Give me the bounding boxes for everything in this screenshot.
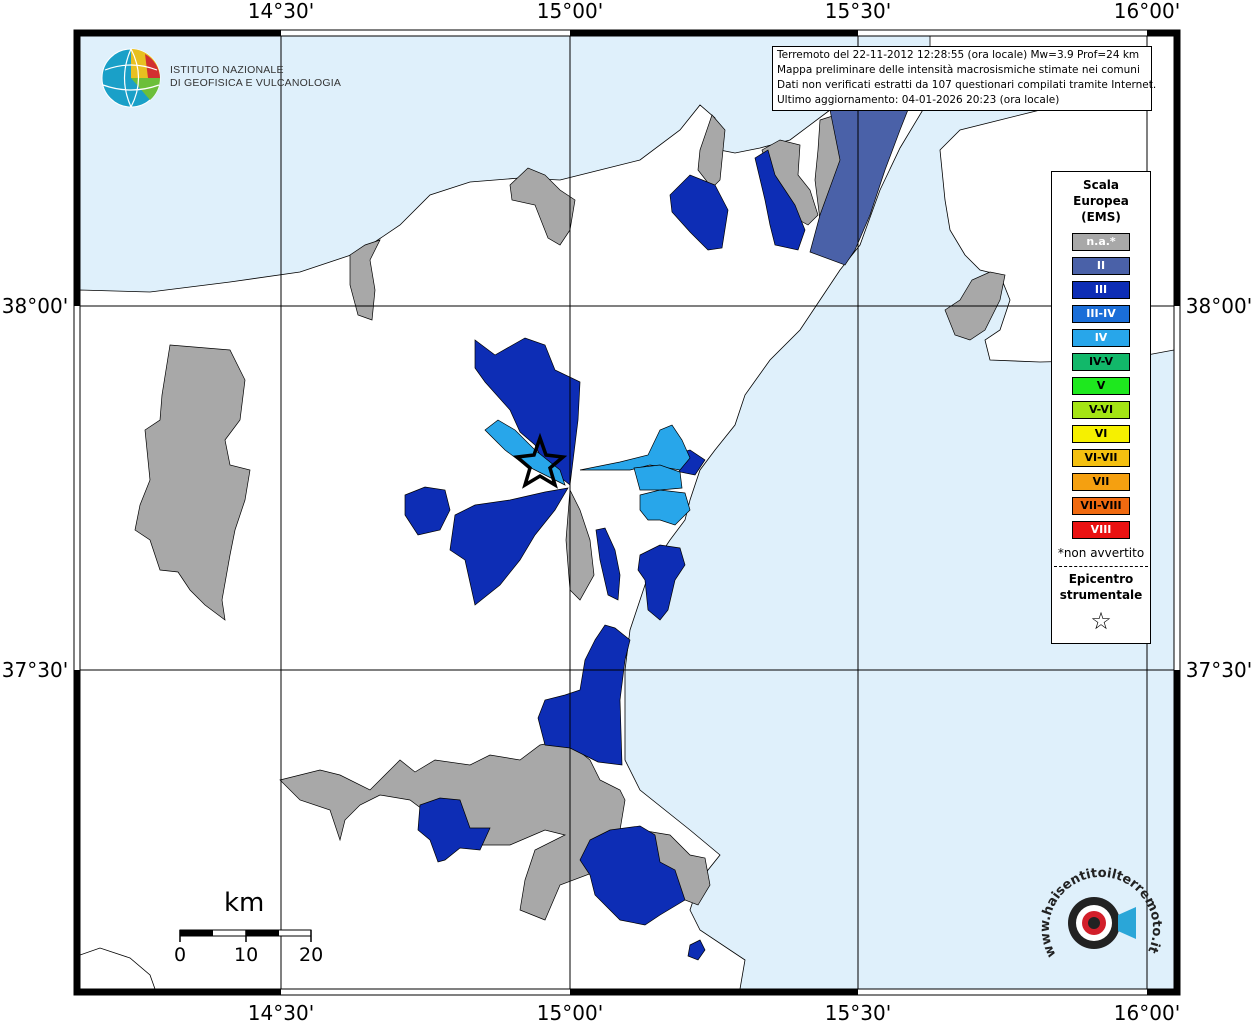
ems-legend: Scala Europea (EMS) n.a.* II III III-IV IV IV… [1051, 171, 1151, 644]
legend-item: VI-VII [1072, 449, 1130, 467]
legend-item: IV [1072, 329, 1130, 347]
legend-title: Scala Europea (EMS) [1052, 177, 1150, 225]
scale-label-10: 10 [234, 944, 259, 966]
event-info-line-3: Dati non verificati estratti da 107 ques… [777, 79, 1157, 91]
ingv-line-1: ISTITUTO NAZIONALE [170, 64, 284, 76]
lat-label-right-2: 37°30' [1186, 658, 1252, 682]
lon-label-bottom-4: 16°00' [1114, 1001, 1180, 1024]
legend-separator [1054, 566, 1148, 567]
scale-unit: km [224, 888, 265, 918]
legend-epicenter-line-1: Epicentro [1068, 572, 1134, 586]
lon-label-top-3: 15°30' [825, 0, 891, 23]
lon-label-bottom-1: 14°30' [248, 1001, 314, 1024]
legend-item: VII [1072, 473, 1130, 491]
legend-note: *non avvertito [1057, 546, 1145, 560]
legend-item: II [1072, 257, 1130, 275]
lon-label-top-1: 14°30' [248, 0, 314, 23]
legend-epicenter-line-2: strumentale [1059, 588, 1143, 602]
legend-title-line-3: (EMS) [1081, 210, 1121, 224]
legend-item: III [1072, 281, 1130, 299]
lon-label-bottom-2: 15°00' [537, 1001, 603, 1024]
lon-label-top-2: 15°00' [537, 0, 603, 23]
ingv-line-2: DI GEOFISICA E VULCANOLOGIA [170, 77, 342, 89]
legend-item: IV-V [1072, 353, 1130, 371]
legend-item: VII-VIII [1072, 497, 1130, 515]
legend-items: n.a.* II III III-IV IV IV-V V V-VI VI VI-VII VII VI… [1052, 233, 1150, 539]
scale-label-0: 0 [174, 944, 187, 966]
legend-item: VIII [1072, 521, 1130, 539]
legend-epicenter-title: Epicentro strumentale [1052, 571, 1150, 603]
ingv-logo-text: ISTITUTO NAZIONALE DI GEOFISICA E VULCAN… [170, 64, 341, 90]
legend-star-icon: ☆ [1090, 607, 1112, 635]
lat-label-left-2: 37°30' [2, 658, 68, 682]
legend-item: V-VI [1072, 401, 1130, 419]
legend-item: III-IV [1072, 305, 1130, 323]
legend-item: n.a.* [1072, 233, 1130, 251]
event-info-line-1: Terremoto del 22-11-2012 12:28:55 (ora l… [777, 49, 1140, 61]
event-info-box: Terremoto del 22-11-2012 12:28:55 (ora l… [772, 46, 1157, 111]
legend-title-line-2: Europea [1073, 194, 1129, 208]
legend-item: VI [1072, 425, 1130, 443]
legend-item: V [1072, 377, 1130, 395]
event-info-line-4: Ultimo aggiornamento: 04-01-2026 20:23 (… [777, 94, 1060, 106]
lon-label-bottom-3: 15°30' [825, 1001, 891, 1024]
haisentito-logo-icon: www.haisentitoilterremoto.it [1038, 866, 1164, 960]
lat-label-left-1: 38°00' [2, 294, 68, 318]
legend-title-line-1: Scala [1082, 178, 1120, 192]
event-info-line-2: Mappa preliminare delle intensità macros… [777, 64, 1140, 76]
lon-label-top-4: 16°00' [1114, 0, 1180, 23]
ingv-logo-icon [101, 48, 161, 108]
lat-label-right-1: 38°00' [1186, 294, 1252, 318]
scale-label-20: 20 [299, 944, 324, 966]
